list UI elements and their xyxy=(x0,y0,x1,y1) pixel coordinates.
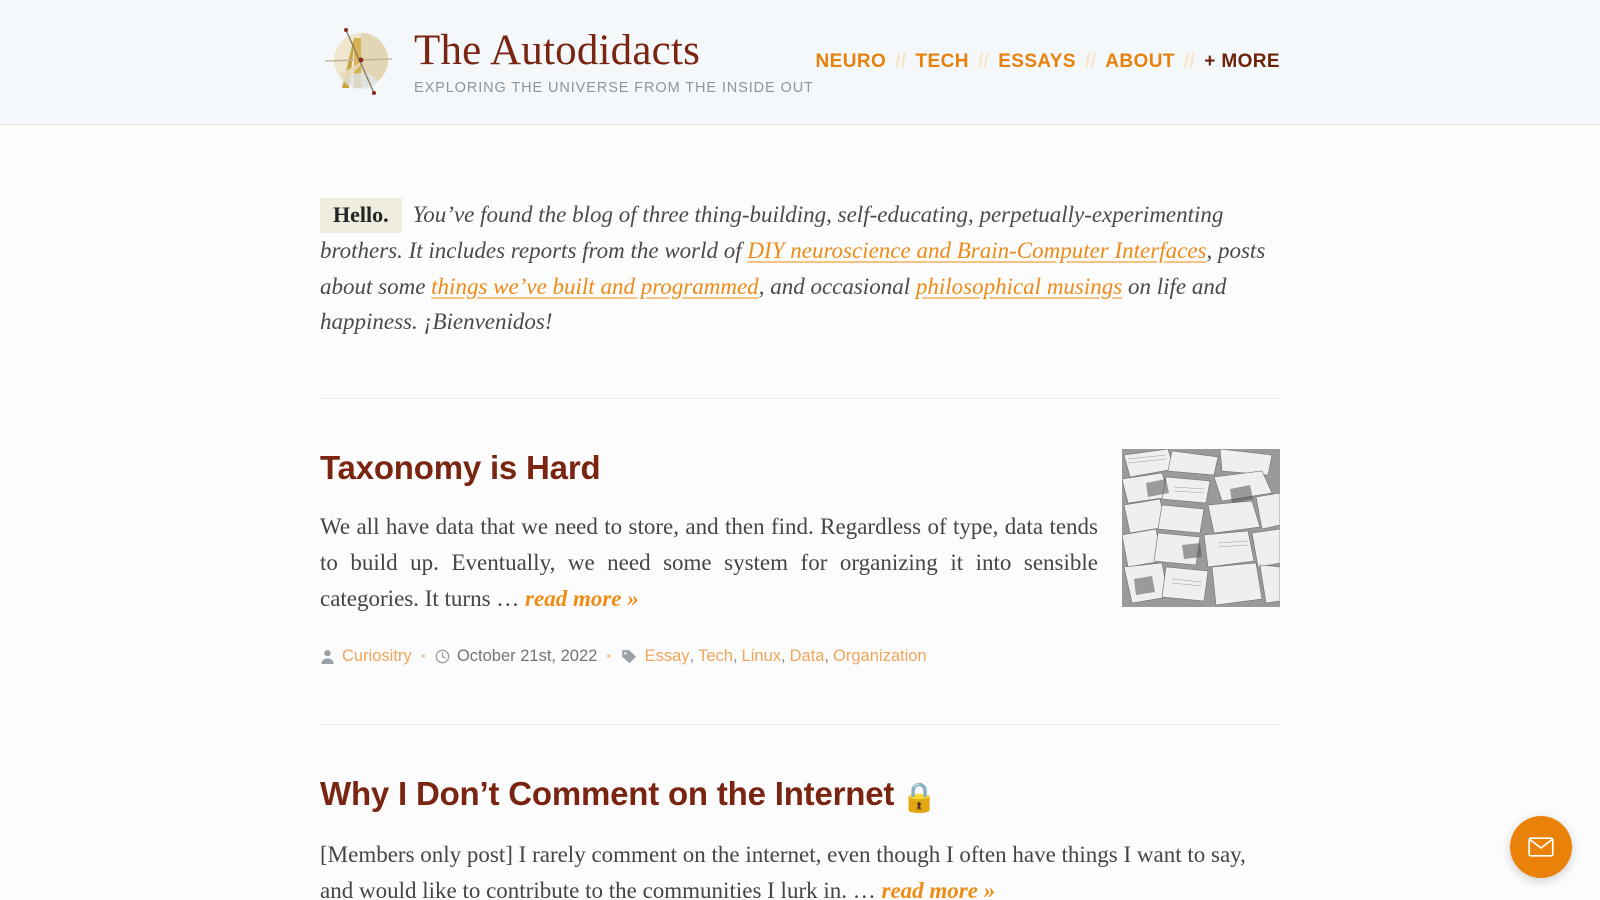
post-excerpt-text: We all have data that we need to store, … xyxy=(320,514,1098,611)
post-tags: Essay, Tech, Linux, Data, Organization xyxy=(645,647,927,666)
read-more-link[interactable]: read more » xyxy=(882,878,996,900)
post-meta: Curiositry • October 21st, 2022 • Essay,… xyxy=(320,647,1280,666)
tag-link[interactable]: Tech xyxy=(698,647,733,666)
intro-paragraph: Hello. You’ve found the blog of three thi… xyxy=(320,197,1280,340)
nav-separator: // xyxy=(1084,51,1097,72)
user-icon xyxy=(320,649,335,664)
post-header-row: Taxonomy is Hard We all have data that w… xyxy=(320,449,1280,617)
post-excerpt: [Members only post] I rarely comment on … xyxy=(320,837,1280,900)
tag-link[interactable]: Data xyxy=(790,647,825,666)
nav-separator: // xyxy=(895,51,907,72)
post-date: October 21st, 2022 xyxy=(456,646,598,665)
post-title-link[interactable]: Taxonomy is Hard xyxy=(320,449,601,486)
nav-separator: // xyxy=(977,51,990,72)
tag-comma: , xyxy=(824,646,830,665)
tag-link[interactable]: Linux xyxy=(742,647,781,666)
post-author-link[interactable]: Curiositry xyxy=(342,647,412,666)
meta-separator: • xyxy=(606,647,612,665)
brand-text: The Autodidacts EXPLORING THE UNIVERSE F… xyxy=(414,28,814,96)
page-content: Hello. You’ve found the blog of three thi… xyxy=(320,125,1280,900)
intro-link-projects[interactable]: things we’ve built and programmed xyxy=(431,274,759,299)
site-title: The Autodidacts xyxy=(414,26,701,74)
post-title: Why I Don’t Comment on the Internet 🔒 xyxy=(320,775,1280,815)
tag-comma: , xyxy=(781,646,786,665)
intro-link-neuroscience[interactable]: DIY neuroscience and Brain-Computer Inte… xyxy=(747,238,1206,263)
header-inner: The Autodidacts EXPLORING THE UNIVERSE F… xyxy=(320,0,1280,124)
envelope-icon xyxy=(1528,837,1554,857)
main-navigation: NEURO // TECH // ESSAYS // ABOUT // + MO… xyxy=(816,51,1280,73)
meta-separator: • xyxy=(420,647,426,665)
site-header: The Autodidacts EXPLORING THE UNIVERSE F… xyxy=(0,0,1600,125)
post-excerpt-text: [Members only post] I rarely comment on … xyxy=(320,842,1246,900)
post-thumbnail[interactable] xyxy=(1122,449,1280,608)
hello-badge: Hello. xyxy=(320,198,402,234)
scattered-papers-photo-icon xyxy=(1122,449,1280,608)
post-item: Why I Don’t Comment on the Internet 🔒 [Me… xyxy=(320,725,1280,900)
post-item: Taxonomy is Hard We all have data that w… xyxy=(320,399,1280,666)
nav-separator: // xyxy=(1183,51,1196,72)
post-header-row: Why I Don’t Comment on the Internet 🔒 [Me… xyxy=(320,775,1280,900)
nav-item-more[interactable]: + MORE xyxy=(1204,51,1280,73)
clock-icon xyxy=(435,649,450,664)
lock-icon: 🔒 xyxy=(901,781,938,814)
nav-item-tech[interactable]: TECH xyxy=(916,51,969,73)
post-text-column: Taxonomy is Hard We all have data that w… xyxy=(320,449,1098,617)
tag-link[interactable]: Organization xyxy=(833,647,927,666)
contact-fab-button[interactable] xyxy=(1510,816,1572,878)
intro-text-3: , and occasional xyxy=(758,273,916,299)
nav-item-essays[interactable]: ESSAYS xyxy=(998,51,1076,73)
tag-icon xyxy=(621,649,638,664)
post-text-column: Why I Don’t Comment on the Internet 🔒 [Me… xyxy=(320,775,1280,900)
autodidacts-monogram-logo-icon xyxy=(320,24,396,100)
tag-comma: , xyxy=(689,646,695,665)
tag-comma: , xyxy=(732,646,738,665)
site-brand-link[interactable]: The Autodidacts EXPLORING THE UNIVERSE F… xyxy=(320,24,814,100)
post-title: Taxonomy is Hard xyxy=(320,449,1098,487)
nav-item-neuro[interactable]: NEURO xyxy=(816,51,887,73)
read-more-link[interactable]: read more » xyxy=(525,586,639,611)
tag-link[interactable]: Essay xyxy=(645,647,690,666)
nav-item-about[interactable]: ABOUT xyxy=(1105,51,1175,73)
post-excerpt: We all have data that we need to store, … xyxy=(320,509,1098,617)
post-title-link[interactable]: Why I Don’t Comment on the Internet xyxy=(320,775,894,812)
intro-link-musings[interactable]: philosophical musings xyxy=(916,274,1122,299)
site-tagline: EXPLORING THE UNIVERSE FROM THE INSIDE O… xyxy=(414,80,814,97)
